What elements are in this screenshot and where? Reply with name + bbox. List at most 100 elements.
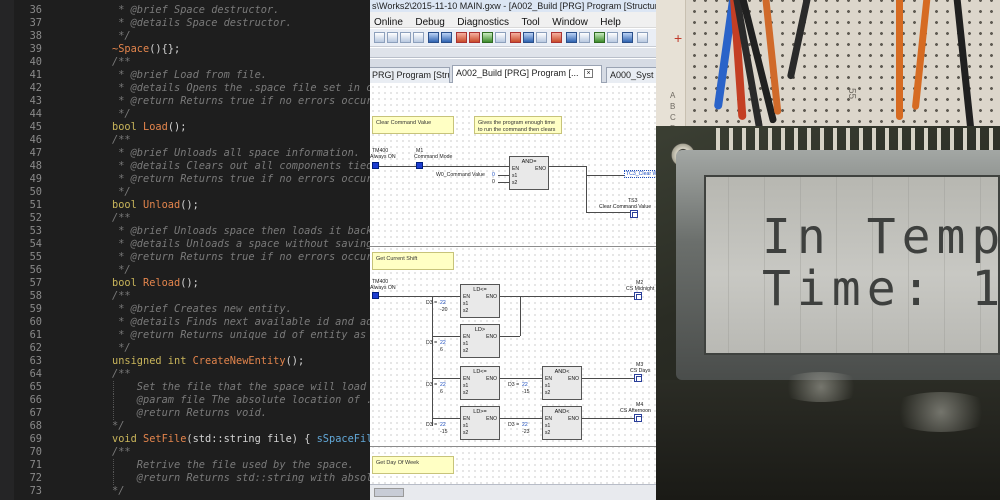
- code-line[interactable]: 69 void SetFile(std::string file) { sSpac…: [0, 433, 370, 446]
- print-icon[interactable]: [607, 32, 618, 43]
- function-block-and-eq[interactable]: AND= EN ENO s1 s2: [509, 156, 549, 190]
- rung-note-clear-command: Clear Command Value: [372, 116, 454, 134]
- code-line[interactable]: 73 */: [0, 485, 370, 498]
- code-line[interactable]: 49 * @return Returns true if no errors o…: [0, 173, 370, 186]
- code-line[interactable]: 68 */: [0, 420, 370, 433]
- search-icon[interactable]: [536, 32, 547, 43]
- redo-icon[interactable]: [413, 32, 424, 43]
- window-icon[interactable]: [622, 32, 633, 43]
- undo-icon[interactable]: [400, 32, 411, 43]
- operand-value: 22: [440, 382, 446, 388]
- code-line[interactable]: 39 ~Space(){};: [0, 43, 370, 56]
- zoom-icon[interactable]: [579, 32, 590, 43]
- code-line[interactable]: 58 /**: [0, 290, 370, 303]
- function-block-and-lt[interactable]: AND< EN ENO s1 s2: [542, 366, 582, 400]
- new-icon[interactable]: [374, 32, 385, 43]
- line-number: 71: [29, 459, 42, 471]
- line-number: 65: [29, 381, 42, 393]
- function-block-ld-le-2[interactable]: LD<= EN ENO s1 s2: [460, 366, 500, 400]
- tab-a002-build[interactable]: A002_Build [PRG] Program [... ×: [452, 65, 602, 83]
- menu-online[interactable]: Online: [370, 15, 407, 27]
- code-line[interactable]: 60 * @details Finds next available id an…: [0, 316, 370, 329]
- project-scrollbar[interactable]: [370, 48, 656, 58]
- code-line[interactable]: 67 @return Returns void.: [0, 407, 370, 420]
- function-block-and-lt-2[interactable]: AND< EN ENO s1 s2: [542, 406, 582, 440]
- stop-icon[interactable]: [456, 32, 467, 43]
- run-icon[interactable]: [482, 32, 493, 43]
- code-line[interactable]: 72 @return Returns std::string with abso…: [0, 472, 370, 485]
- menu-help[interactable]: Help: [596, 15, 625, 27]
- coil-m4[interactable]: [634, 414, 642, 422]
- menu-debug[interactable]: Debug: [411, 15, 448, 27]
- code-line[interactable]: 52 /**: [0, 212, 370, 225]
- horizontal-scrollbar[interactable]: [370, 484, 656, 500]
- open-icon[interactable]: [387, 32, 398, 43]
- code-line[interactable]: 66 @param file The absolute location of …: [0, 394, 370, 407]
- online-icon[interactable]: [566, 32, 577, 43]
- code-line[interactable]: 36 * @brief Space destructor.: [0, 4, 370, 17]
- debug-icon[interactable]: [551, 32, 562, 43]
- contact-m1[interactable]: [416, 162, 423, 169]
- code-text: */: [112, 342, 130, 355]
- code-line[interactable]: 57 bool Reload();: [0, 277, 370, 290]
- function-block-ld-ge[interactable]: LD>= EN ENO s1 s2: [460, 406, 500, 440]
- code-line[interactable]: 43 * @return Returns true if no errors o…: [0, 95, 370, 108]
- scroll-thumb[interactable]: [374, 488, 404, 497]
- code-line[interactable]: 37 * @details Space destructor.: [0, 17, 370, 30]
- help-icon[interactable]: [637, 32, 648, 43]
- code-line[interactable]: 42 * @details Opens the .space file set …: [0, 82, 370, 95]
- menu-window[interactable]: Window: [548, 15, 592, 27]
- menu-tool[interactable]: Tool: [517, 15, 543, 27]
- coil-m2[interactable]: [634, 292, 642, 300]
- code-line[interactable]: 40 /**: [0, 56, 370, 69]
- coil-m3[interactable]: [634, 374, 642, 382]
- code-line[interactable]: 38 */: [0, 30, 370, 43]
- close-icon[interactable]: ×: [584, 69, 594, 79]
- coil-label[interactable]: TC3_Clear W: [624, 170, 656, 178]
- code-editor[interactable]: 36 * @brief Space destructor. 37 * @detai…: [0, 0, 370, 500]
- code-line[interactable]: 47 * @brief Unloads all space informatio…: [0, 147, 370, 160]
- code-line[interactable]: 45 bool Load();: [0, 121, 370, 134]
- code-line[interactable]: 59 * @brief Creates new entity.: [0, 303, 370, 316]
- code-line[interactable]: 61 * @return Returns unique id of entity…: [0, 329, 370, 342]
- code-line[interactable]: 48 * @details Clears out all components …: [0, 160, 370, 173]
- write-icon[interactable]: [441, 32, 452, 43]
- code-text: */: [112, 108, 130, 121]
- line-number: 69: [29, 433, 42, 445]
- tab-program-struc[interactable]: PRG] Program [Struc...: [370, 67, 450, 83]
- line-number: 63: [29, 355, 42, 367]
- code-line[interactable]: 64 /**: [0, 368, 370, 381]
- code-text: void SetFile(std::string file) { sSpaceF…: [112, 433, 370, 446]
- code-line[interactable]: 54 * @details Unloads a space without sa…: [0, 238, 370, 251]
- code-line[interactable]: 55 * @return Returns true if no errors o…: [0, 251, 370, 264]
- code-line[interactable]: 71 Retrive the file used by the space.: [0, 459, 370, 472]
- code-line[interactable]: 51 bool Unload();: [0, 199, 370, 212]
- parameter-icon[interactable]: [594, 32, 605, 43]
- contact-tm400[interactable]: [372, 162, 379, 169]
- verify-icon[interactable]: [510, 32, 521, 43]
- coil-ts3[interactable]: [630, 210, 638, 218]
- function-block-ld-le[interactable]: LD<= EN ENO s1 s2: [460, 284, 500, 318]
- contact-tm400-2[interactable]: [372, 292, 379, 299]
- compile-icon[interactable]: [495, 32, 506, 43]
- code-line[interactable]: 63 unsigned int CreateNewEntity();: [0, 355, 370, 368]
- ladder-canvas[interactable]: Clear Command Value Gives the program en…: [370, 84, 656, 484]
- code-line[interactable]: 50 */: [0, 186, 370, 199]
- code-line[interactable]: 41 * @brief Load from file.: [0, 69, 370, 82]
- wire: [432, 418, 460, 419]
- pin-s1: s1: [512, 173, 518, 179]
- code-line[interactable]: 62 */: [0, 342, 370, 355]
- function-block-ld-gt[interactable]: LD> EN ENO s1 s2: [460, 324, 500, 358]
- code-line[interactable]: 44 */: [0, 108, 370, 121]
- monitor-icon[interactable]: [428, 32, 439, 43]
- code-line[interactable]: 70 /**: [0, 446, 370, 459]
- code-line[interactable]: 56 */: [0, 264, 370, 277]
- device-icon[interactable]: [523, 32, 534, 43]
- read-icon[interactable]: [469, 32, 480, 43]
- code-line[interactable]: 53 * @brief Unloads space then loads it …: [0, 225, 370, 238]
- tab-a000-syst[interactable]: A000_Syst: [606, 67, 656, 83]
- code-line[interactable]: 65 Set the file that the space will load…: [0, 381, 370, 394]
- code-token: @return Returns void.: [112, 407, 267, 419]
- code-line[interactable]: 46 /**: [0, 134, 370, 147]
- menu-diagnostics[interactable]: Diagnostics: [453, 15, 513, 27]
